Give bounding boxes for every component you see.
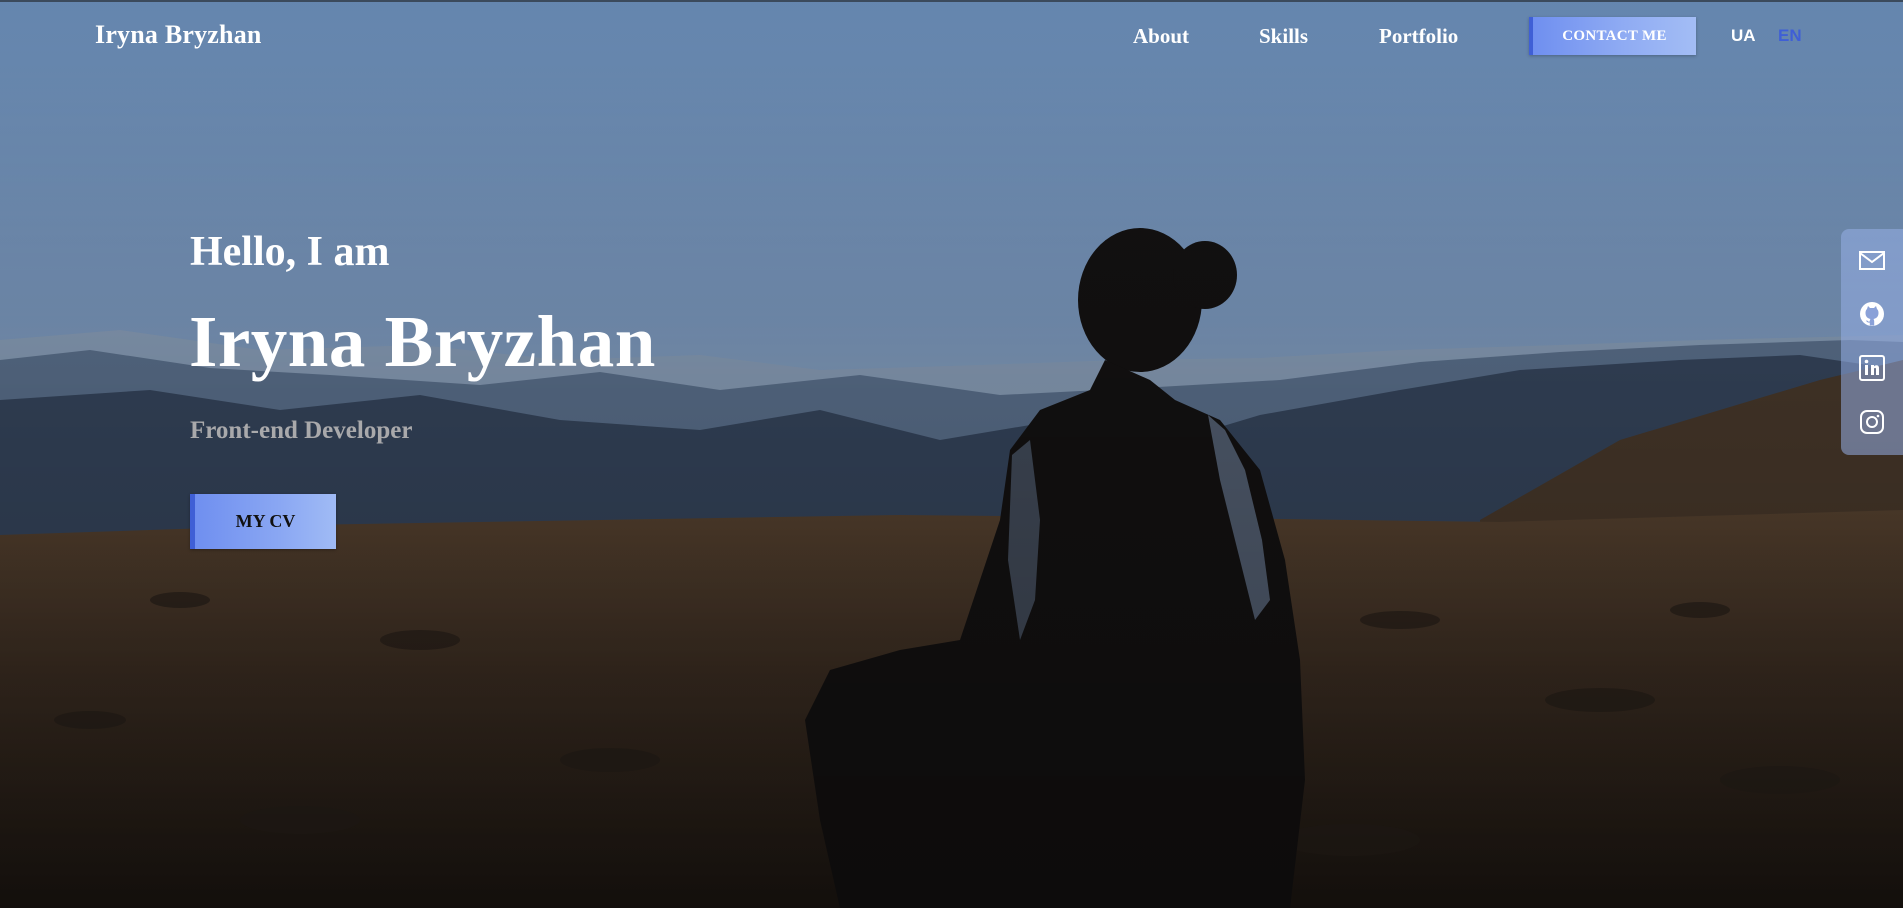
instagram-link[interactable] <box>1856 406 1888 438</box>
instagram-icon <box>1860 410 1884 434</box>
github-link[interactable] <box>1856 298 1888 330</box>
social-links-rail <box>1841 229 1903 455</box>
mail-link[interactable] <box>1856 244 1888 276</box>
github-icon <box>1860 302 1884 326</box>
top-border <box>0 0 1903 2</box>
nav-link-portfolio[interactable]: Portfolio <box>1379 24 1458 49</box>
linkedin-icon <box>1859 355 1885 381</box>
my-cv-button[interactable]: MY CV <box>190 494 336 549</box>
mail-icon <box>1859 251 1885 270</box>
contact-me-button[interactable]: CONTACT ME <box>1529 17 1696 55</box>
linkedin-link[interactable] <box>1856 352 1888 384</box>
site-logo[interactable]: Iryna Bryzhan <box>95 20 262 50</box>
language-en[interactable]: EN <box>1778 26 1802 46</box>
hero-role: Front-end Developer <box>190 417 413 444</box>
greeting-text: Hello, I am <box>190 229 390 275</box>
hero-section <box>0 0 1903 908</box>
nav-link-about[interactable]: About <box>1133 24 1189 49</box>
nav-link-skills[interactable]: Skills <box>1259 24 1308 49</box>
language-ua[interactable]: UA <box>1731 26 1756 46</box>
hero-background-image <box>0 0 1903 908</box>
hero-name: Iryna Bryzhan <box>189 301 656 382</box>
